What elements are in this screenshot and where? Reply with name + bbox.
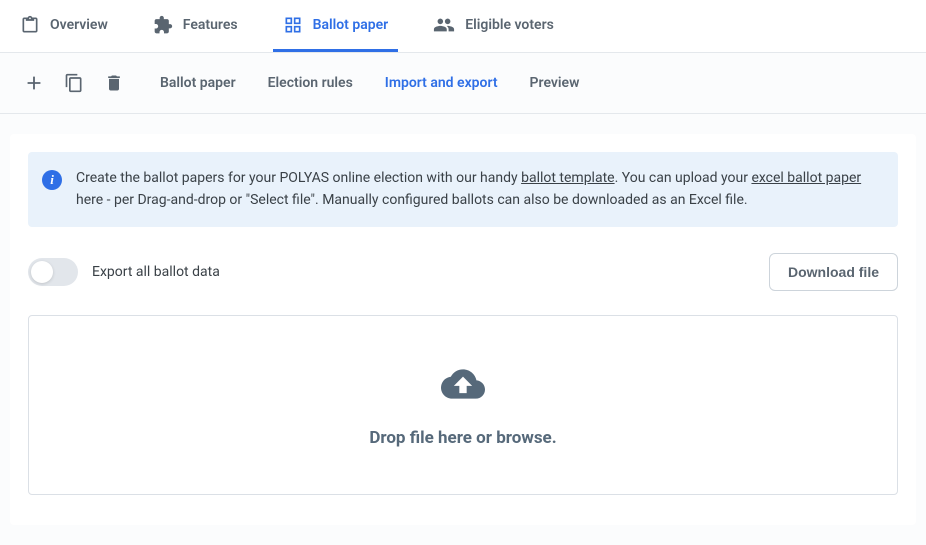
ballot-template-link[interactable]: ballot template <box>521 170 615 186</box>
controls-row: Export all ballot data Download file <box>28 253 898 291</box>
trash-icon <box>104 73 124 93</box>
info-seg1: Create the ballot papers for your POLYAS… <box>76 170 521 186</box>
tab-features[interactable]: Features <box>143 1 248 52</box>
info-seg3: here - per Drag-and-drop or "Select file… <box>76 192 748 208</box>
tab-ballot-paper[interactable]: Ballot paper <box>273 1 399 52</box>
main-tabs: Overview Features Ballot paper Eligible … <box>0 0 926 53</box>
content-area: i Create the ballot papers for your POLY… <box>0 114 926 545</box>
info-icon: i <box>42 170 62 190</box>
tab-label: Overview <box>50 17 108 33</box>
excel-ballot-link[interactable]: excel ballot paper <box>751 170 861 186</box>
tab-label: Eligible voters <box>465 17 554 33</box>
export-toggle-group: Export all ballot data <box>28 258 220 286</box>
plus-icon <box>23 72 45 94</box>
puzzle-icon <box>153 15 173 35</box>
import-export-card: i Create the ballot papers for your POLY… <box>10 134 916 525</box>
action-icons <box>14 57 134 109</box>
subtab-preview[interactable]: Preview <box>524 53 586 113</box>
ballot-icon <box>283 15 303 35</box>
clipboard-icon <box>20 15 40 35</box>
subtab-election-rules[interactable]: Election rules <box>262 53 359 113</box>
info-banner: i Create the ballot papers for your POLY… <box>28 152 898 227</box>
dropzone-label: Drop file here or browse. <box>369 428 556 448</box>
subtab-ballot-paper[interactable]: Ballot paper <box>154 53 242 113</box>
file-dropzone[interactable]: Drop file here or browse. <box>28 315 898 495</box>
info-text: Create the ballot papers for your POLYAS… <box>76 168 882 211</box>
tab-label: Features <box>183 17 238 33</box>
copy-icon <box>64 73 84 93</box>
subtab-import-export[interactable]: Import and export <box>379 53 504 113</box>
export-toggle-label: Export all ballot data <box>92 264 220 280</box>
copy-button[interactable] <box>58 67 90 99</box>
cloud-upload-icon <box>433 362 493 410</box>
people-icon <box>433 14 455 36</box>
delete-button[interactable] <box>98 67 130 99</box>
info-seg2: . You can upload your <box>615 170 752 186</box>
sub-tabs: Ballot paper Election rules Import and e… <box>154 53 585 113</box>
sub-toolbar: Ballot paper Election rules Import and e… <box>0 53 926 114</box>
tab-overview[interactable]: Overview <box>10 1 118 52</box>
tab-eligible-voters[interactable]: Eligible voters <box>423 0 564 53</box>
export-toggle[interactable] <box>28 258 78 286</box>
tab-label: Ballot paper <box>313 17 389 33</box>
add-button[interactable] <box>18 67 50 99</box>
download-file-button[interactable]: Download file <box>769 253 898 291</box>
